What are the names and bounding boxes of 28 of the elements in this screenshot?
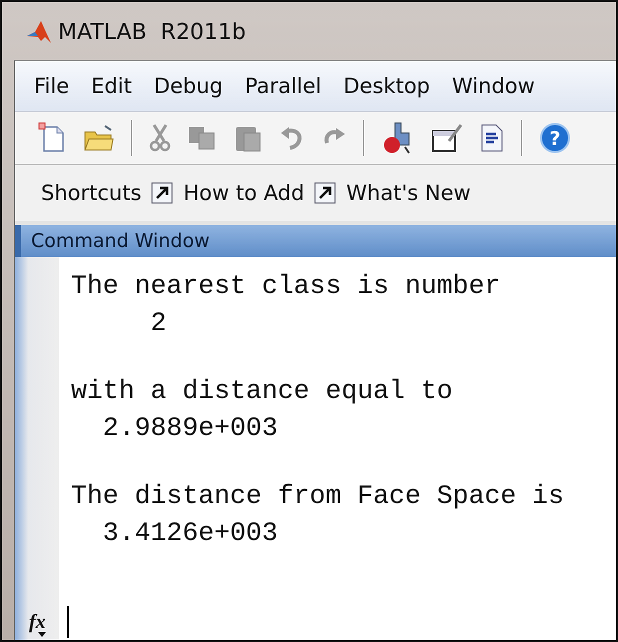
shortcut-icon[interactable] bbox=[151, 182, 174, 204]
help-icon[interactable]: ? bbox=[539, 122, 571, 154]
matlab-logo-icon bbox=[26, 19, 52, 45]
console-output: The nearest class is number bbox=[71, 271, 500, 302]
scissors-icon[interactable] bbox=[149, 123, 171, 153]
copy-icon[interactable] bbox=[187, 124, 217, 152]
folder-icon[interactable] bbox=[83, 124, 115, 152]
menu-item[interactable]: Window bbox=[443, 70, 544, 102]
shortcut-link[interactable]: What's New bbox=[346, 181, 471, 205]
shortcut-link[interactable]: How to Add bbox=[183, 181, 304, 205]
menu-item[interactable]: Desktop bbox=[334, 70, 439, 102]
window-title: MATLAB R2011b bbox=[58, 20, 246, 44]
new-file-icon[interactable] bbox=[37, 122, 67, 154]
console-output: The distance from Face Space is bbox=[71, 481, 564, 512]
console-output: 3.4126e+003 bbox=[102, 518, 278, 549]
document-icon[interactable] bbox=[479, 123, 505, 153]
console-output: 2.9889e+003 bbox=[102, 413, 278, 444]
text-cursor bbox=[67, 606, 69, 638]
menu-item[interactable]: Debug bbox=[144, 70, 232, 102]
menu-item[interactable]: Parallel bbox=[236, 70, 330, 102]
shortcuts-label: Shortcuts bbox=[41, 181, 142, 205]
console-output: with a distance equal to bbox=[71, 376, 453, 407]
shortcut-icon[interactable] bbox=[314, 182, 336, 204]
menu-item[interactable]: File bbox=[25, 70, 78, 102]
guide-icon[interactable] bbox=[431, 123, 463, 153]
menu-item[interactable]: Edit bbox=[82, 70, 141, 102]
panel-title: Command Window bbox=[31, 230, 210, 252]
console-output: 2 bbox=[150, 308, 166, 339]
